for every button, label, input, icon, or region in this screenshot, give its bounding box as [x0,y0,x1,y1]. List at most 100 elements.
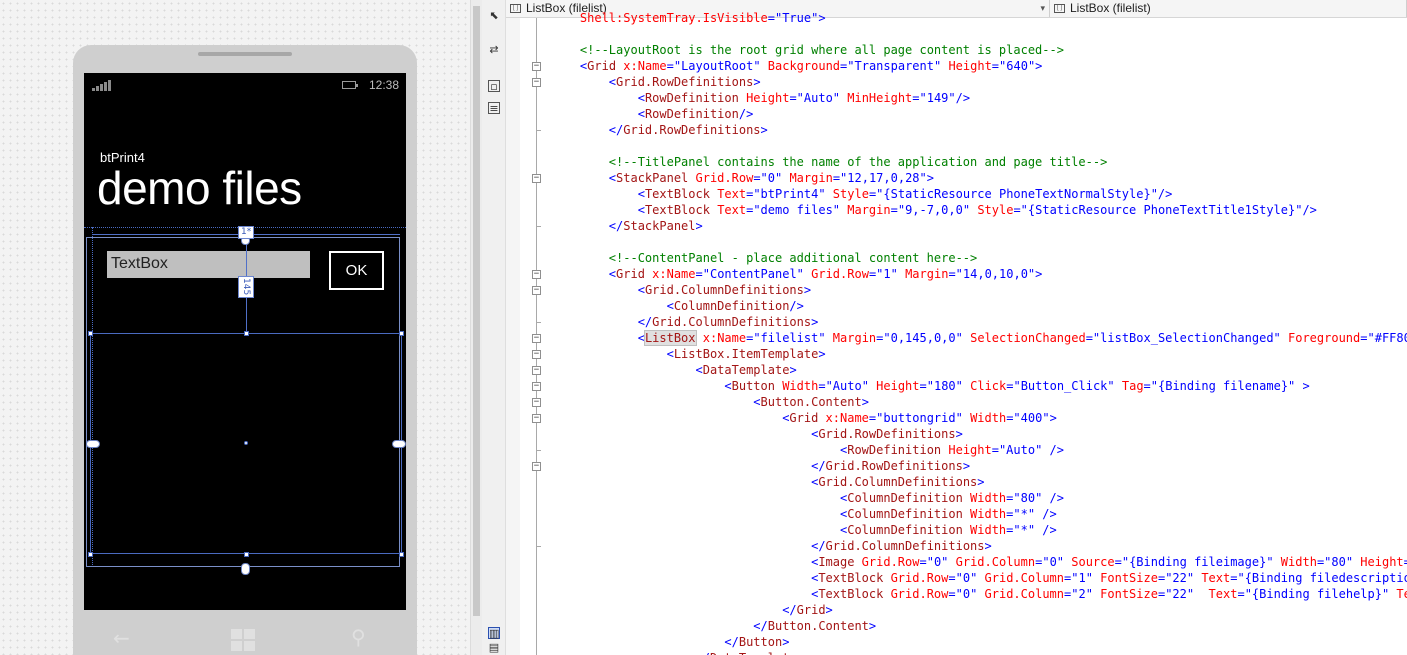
code-line[interactable]: <ListBox.ItemTemplate> [551,346,1407,362]
collapse-toggle-icon[interactable]: − [532,366,541,375]
code-token: "/> [948,91,971,105]
code-line[interactable]: <Grid x:Name="ContentPanel" Grid.Row="1"… [551,266,1407,282]
code-line[interactable]: <TextBlock Text="btPrint4" Style="{Stati… [551,186,1407,202]
code-token: Grid.RowDefinitions [818,427,956,441]
code-token: 1 [883,267,891,281]
phone-screen[interactable]: 12:38 btPrint4 demo files TextBox OK [84,73,406,610]
code-line[interactable]: </Button> [551,634,1407,650]
code-line[interactable]: <RowDefinition/> [551,106,1407,122]
status-clock: 12:38 [369,78,400,92]
code-token: StackPanel [623,219,696,233]
code-token: 0 [1049,555,1057,569]
code-line[interactable]: <StackPanel Grid.Row="0" Margin="12,17,0… [551,170,1407,186]
code-line[interactable]: <!--LayoutRoot is the root grid where al… [551,42,1407,58]
code-line[interactable]: <DataTemplate> [551,362,1407,378]
code-line[interactable]: </DataTemplate> [551,650,1407,655]
code-token: /> [738,107,754,121]
code-token: ColumnDefinition [847,523,963,537]
document-icon[interactable]: ≡ [488,102,500,115]
code-token: 0 [767,171,775,185]
code-line[interactable]: <!--ContentPanel - place additional cont… [551,250,1407,266]
split-toolbar: ⬉ ⇄ ▫ ≡ ▥ ▤ [482,0,506,655]
code-line[interactable]: <Grid x:Name="LayoutRoot" Background="Tr… [551,58,1407,74]
code-token: Text [1194,587,1238,601]
xaml-designer-surface[interactable]: 12:38 btPrint4 demo files TextBox OK ← ⚲ [0,0,470,655]
code-token: Button [738,635,783,649]
code-line[interactable]: <Image Grid.Row="0" Grid.Column="0" Sour… [551,554,1407,570]
code-line[interactable]: <Grid.RowDefinitions> [551,74,1407,90]
collapse-toggle-icon[interactable]: − [532,350,541,359]
collapse-toggle-icon[interactable]: − [532,174,541,183]
editor-indicator-margin [506,18,520,655]
code-line[interactable]: <RowDefinition Height="Auto" /> [551,442,1407,458]
code-line[interactable]: <ColumnDefinition/> [551,298,1407,314]
code-token: " [753,59,761,73]
code-line[interactable]: <TextBlock Grid.Row="0" Grid.Column="1" … [551,570,1407,586]
code-line[interactable]: </Grid.ColumnDefinitions> [551,538,1407,554]
scrollbar-thumb[interactable] [473,6,480,616]
collapse-toggle-icon[interactable]: − [532,286,541,295]
textbox-control[interactable]: TextBox [107,251,310,278]
ok-button[interactable]: OK [329,251,384,290]
horizontal-split-icon[interactable]: ▤ [488,642,500,654]
code-line[interactable]: </Grid> [551,602,1407,618]
code-line[interactable] [551,138,1407,154]
code-line[interactable]: <Grid x:Name="buttongrid" Width="400"> [551,410,1407,426]
code-line[interactable]: <Grid.ColumnDefinitions> [551,474,1407,490]
page-title[interactable]: demo files [97,161,302,215]
code-token: =" [789,91,804,105]
designer-scrollbar[interactable] [470,0,482,655]
code-line[interactable]: <ListBox x:Name="filelist" Margin="0,145… [551,330,1407,346]
code-token: MinHeight [840,91,913,105]
code-line[interactable]: </Grid.ColumnDefinitions> [551,314,1407,330]
code-line[interactable]: <ColumnDefinition Width="80" /> [551,490,1407,506]
code-line[interactable]: <Button Width="Auto" Height="180" Click=… [551,378,1407,394]
collapse-toggle-icon[interactable]: − [532,78,541,87]
code-line[interactable]: <Grid.RowDefinitions> [551,426,1407,442]
code-token: > [782,635,790,649]
collapse-toggle-icon[interactable]: − [532,270,541,279]
code-token: " [832,203,841,217]
code-token: </ [608,219,624,233]
code-token: < [666,299,674,313]
element-type-icon: [ ] [510,4,521,13]
pointer-icon[interactable]: ⬉ [488,10,500,22]
collapse-toggle-icon[interactable]: − [532,398,541,407]
code-token: {Binding fileimage} [1129,555,1267,569]
code-line[interactable]: </StackPanel> [551,218,1407,234]
code-token: =" [868,267,884,281]
code-line[interactable]: </Grid.RowDefinitions> [551,458,1407,474]
code-line[interactable]: </Button.Content> [551,618,1407,634]
code-line[interactable]: Shell:SystemTray.IsVisible="True"> [551,10,1407,26]
fold-end-marker [536,450,541,451]
code-token: Button_Click [1020,379,1108,393]
code-token: TextWra [1396,587,1407,601]
code-token: =" [1316,555,1332,569]
code-line[interactable] [551,234,1407,250]
code-line[interactable]: <Grid.ColumnDefinitions> [551,282,1407,298]
code-lines[interactable]: Shell:SystemTray.IsVisible="True"> <!--L… [551,10,1407,655]
collapse-toggle-icon[interactable]: − [532,62,541,71]
vertical-split-icon[interactable]: ▥ [488,627,500,640]
element-icon[interactable]: ▫ [488,80,500,93]
code-token: 14,0,10,0 [962,267,1028,281]
code-line[interactable]: </Grid.RowDefinitions> [551,122,1407,138]
xaml-code-editor[interactable]: [ ] ListBox (filelist) ▾ [ ] ListBox (fi… [506,0,1407,655]
code-line[interactable]: <Button.Content> [551,394,1407,410]
code-line[interactable]: <TextBlock Text="demo files" Margin="9,-… [551,202,1407,218]
collapse-toggle-icon[interactable]: − [532,462,541,471]
code-line[interactable]: <RowDefinition Height="Auto" MinHeight="… [551,90,1407,106]
code-token: =" [1006,523,1021,537]
code-line[interactable]: <TextBlock Grid.Row="0" Grid.Column="2" … [551,586,1407,602]
code-token: =" [991,59,1007,73]
code-line[interactable]: <ColumnDefinition Width="*" /> [551,522,1407,538]
collapse-toggle-icon[interactable]: − [532,414,541,423]
swap-panes-icon[interactable]: ⇄ [488,44,500,56]
code-token: Grid.ColumnDefinitions [652,315,812,329]
code-token: < [637,331,645,345]
code-line[interactable]: <ColumnDefinition Width="*" /> [551,506,1407,522]
code-line[interactable] [551,26,1407,42]
collapse-toggle-icon[interactable]: − [532,334,541,343]
code-line[interactable]: <!--TitlePanel contains the name of the … [551,154,1407,170]
collapse-toggle-icon[interactable]: − [532,382,541,391]
